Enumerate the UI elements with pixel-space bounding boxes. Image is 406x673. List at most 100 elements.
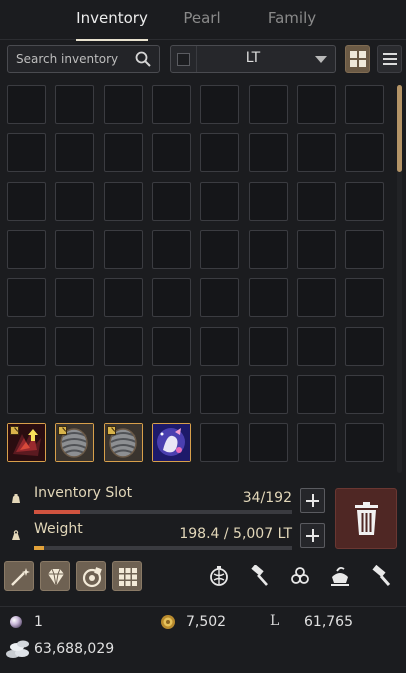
inventory-slot[interactable] <box>200 182 239 221</box>
inventory-slot[interactable] <box>55 278 94 317</box>
inventory-slot[interactable] <box>297 85 336 124</box>
inventory-slot[interactable] <box>104 133 143 172</box>
filter-checkbox[interactable] <box>177 53 190 66</box>
inventory-slot-label: Inventory Slot <box>34 485 133 501</box>
inventory-slot[interactable] <box>152 182 191 221</box>
inventory-slot[interactable] <box>152 230 191 269</box>
inventory-slot[interactable] <box>7 133 46 172</box>
inventory-slot[interactable] <box>200 85 239 124</box>
hammer-button[interactable] <box>244 561 274 591</box>
list-view-icon <box>383 53 397 55</box>
inventory-slot[interactable] <box>345 278 384 317</box>
inventory-slot[interactable] <box>249 375 288 414</box>
pearl-icon <box>10 616 22 628</box>
inventory-slot[interactable] <box>55 133 94 172</box>
filter-selected-value: LT <box>245 50 261 66</box>
inventory-slot[interactable] <box>104 375 143 414</box>
inventory-slot[interactable] <box>297 423 336 462</box>
inventory-slot[interactable] <box>200 133 239 172</box>
inventory-slot[interactable] <box>55 375 94 414</box>
crystal-button[interactable] <box>40 561 70 591</box>
tab-pearl[interactable]: Pearl <box>174 0 230 40</box>
bag-icon <box>12 494 20 503</box>
inventory-slot[interactable] <box>7 230 46 269</box>
inventory-slot[interactable] <box>200 327 239 366</box>
alchemy-stone-button[interactable] <box>76 561 106 591</box>
loyalty-icon: L <box>270 613 280 629</box>
triskelion-icon <box>291 567 309 584</box>
inventory-slot[interactable] <box>249 182 288 221</box>
hammer-repair-icon <box>372 565 391 586</box>
inventory-slot[interactable] <box>200 230 239 269</box>
inventory-slot[interactable] <box>152 423 191 462</box>
hammer-repair-button[interactable] <box>366 561 396 591</box>
inventory-slot[interactable] <box>55 327 94 366</box>
inventory-slot[interactable] <box>249 327 288 366</box>
inventory-slot[interactable] <box>7 278 46 317</box>
list-view-button[interactable] <box>377 45 402 73</box>
inventory-slot[interactable] <box>7 182 46 221</box>
inventory-slot[interactable] <box>152 375 191 414</box>
inventory-slot[interactable] <box>345 327 384 366</box>
inventory-slot[interactable] <box>297 230 336 269</box>
inventory-slot[interactable] <box>104 230 143 269</box>
enhance-badge-icon <box>58 426 67 435</box>
inventory-slot[interactable] <box>55 423 94 462</box>
inventory-slot[interactable] <box>104 85 143 124</box>
inventory-slot[interactable] <box>297 182 336 221</box>
inventory-slot[interactable] <box>345 230 384 269</box>
inventory-slot[interactable] <box>152 327 191 366</box>
scrollbar-thumb[interactable] <box>397 85 402 172</box>
inventory-slot[interactable] <box>297 133 336 172</box>
inventory-slot[interactable] <box>297 375 336 414</box>
delete-item-button[interactable] <box>335 488 397 549</box>
inventory-slot[interactable] <box>249 85 288 124</box>
inventory-slot[interactable] <box>104 182 143 221</box>
tab-bar: Inventory Pearl Family <box>0 0 406 41</box>
inventory-slot[interactable] <box>104 278 143 317</box>
inventory-slot[interactable] <box>7 85 46 124</box>
search-placeholder: Search inventory <box>16 52 119 66</box>
grid-manage-button[interactable] <box>112 561 142 591</box>
inventory-slot[interactable] <box>200 375 239 414</box>
inventory-slot[interactable] <box>345 85 384 124</box>
inventory-slot[interactable] <box>104 327 143 366</box>
inventory-slot[interactable] <box>200 423 239 462</box>
lantern-button[interactable] <box>204 561 234 591</box>
inventory-scrollbar[interactable] <box>397 85 402 473</box>
pot-button[interactable] <box>325 561 355 591</box>
tab-inventory[interactable]: Inventory <box>76 0 148 41</box>
expand-weight-button[interactable] <box>300 523 325 548</box>
inventory-slot[interactable] <box>249 230 288 269</box>
weight-label: Weight <box>34 521 83 537</box>
inventory-slot[interactable] <box>55 230 94 269</box>
inventory-slot[interactable] <box>249 278 288 317</box>
grid-view-button[interactable] <box>345 45 370 73</box>
inventory-slot[interactable] <box>55 85 94 124</box>
inventory-slot[interactable] <box>345 182 384 221</box>
inventory-slot[interactable] <box>7 327 46 366</box>
inventory-slot[interactable] <box>249 133 288 172</box>
inventory-slot[interactable] <box>345 375 384 414</box>
triskelion-button[interactable] <box>285 561 315 591</box>
inventory-slot[interactable] <box>152 133 191 172</box>
inventory-slot[interactable] <box>104 423 143 462</box>
inventory-slot[interactable] <box>152 278 191 317</box>
filter-dropdown[interactable]: LT <box>170 45 336 73</box>
inventory-slot[interactable] <box>200 278 239 317</box>
inventory-slot[interactable] <box>297 327 336 366</box>
magic-wand-button[interactable] <box>4 561 34 591</box>
search-input[interactable]: Search inventory <box>7 45 160 73</box>
inventory-slot[interactable] <box>297 278 336 317</box>
inventory-slot[interactable] <box>7 375 46 414</box>
inventory-slot[interactable] <box>7 423 46 462</box>
tab-family[interactable]: Family <box>260 0 324 40</box>
inventory-slot[interactable] <box>152 85 191 124</box>
expand-slots-button[interactable] <box>300 488 325 513</box>
gold-bar-icon <box>161 615 175 629</box>
inventory-slot[interactable] <box>249 423 288 462</box>
inventory-slot[interactable] <box>345 133 384 172</box>
inventory-slot[interactable] <box>55 182 94 221</box>
inventory-slot[interactable] <box>345 423 384 462</box>
search-icon[interactable] <box>135 51 151 67</box>
